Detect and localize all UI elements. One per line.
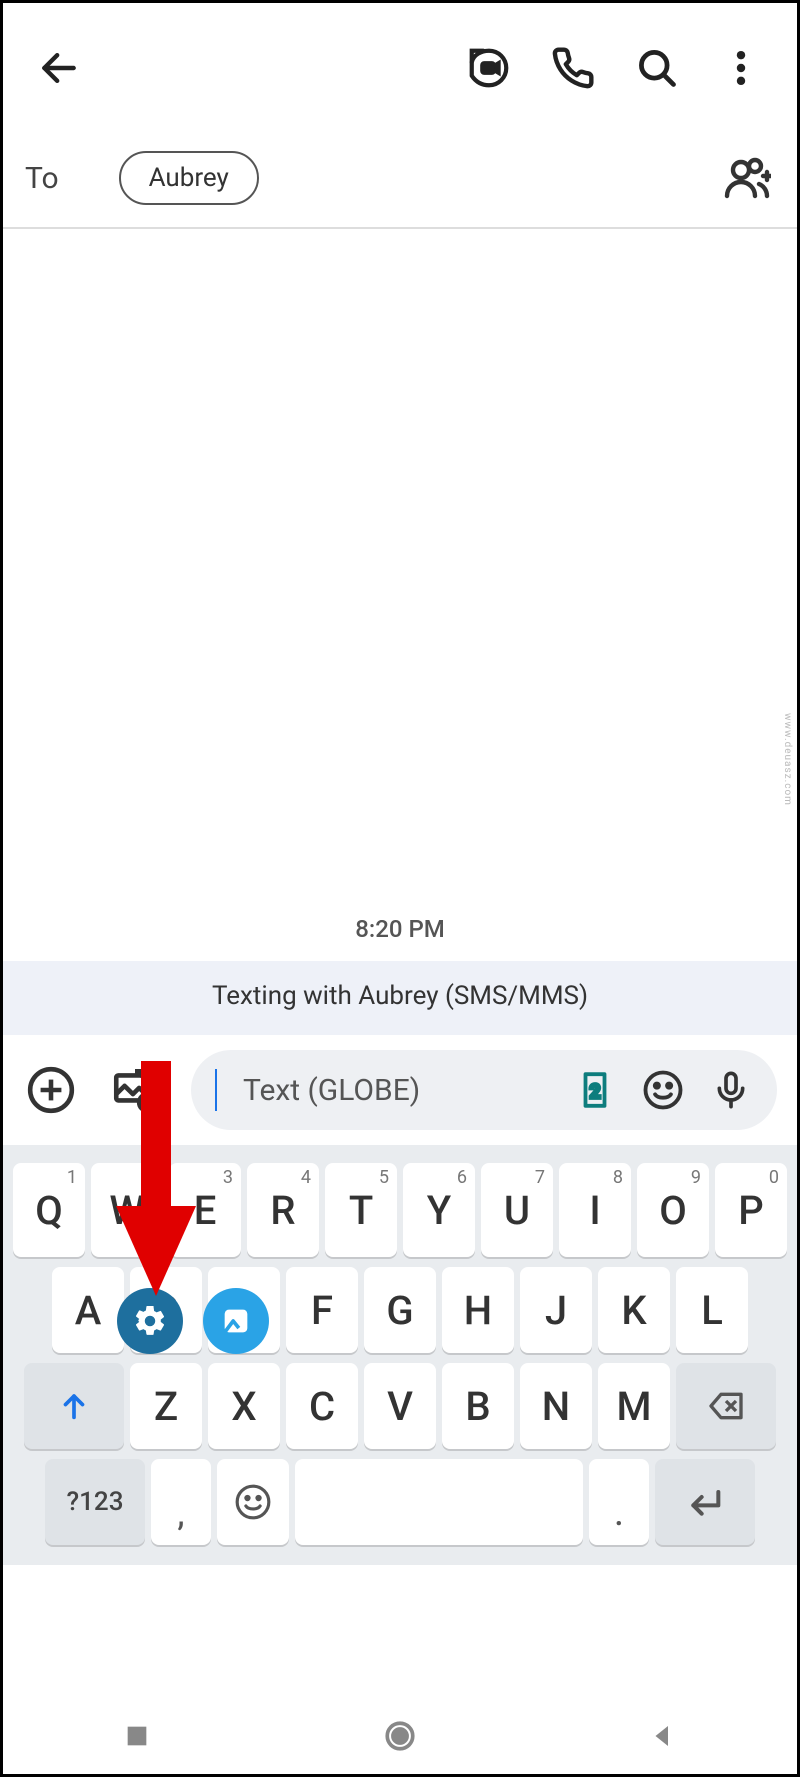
- key-emoji[interactable]: [217, 1459, 289, 1545]
- key-f[interactable]: F: [286, 1267, 358, 1353]
- video-call-button[interactable]: [461, 40, 517, 96]
- key-i[interactable]: 8I: [559, 1163, 631, 1257]
- key-comma[interactable]: ,: [151, 1459, 211, 1545]
- sim-selector[interactable]: 2: [573, 1068, 617, 1112]
- key-space[interactable]: [295, 1459, 583, 1545]
- key-a[interactable]: A: [52, 1267, 124, 1353]
- compose-bar: Text (GLOBE) 2: [3, 1035, 797, 1145]
- key-b[interactable]: B: [442, 1363, 514, 1449]
- key-g[interactable]: G: [364, 1267, 436, 1353]
- keyboard: 1Q 2W 3E 4R 5T 6Y 7U 8I 9O 0P A S D F G …: [3, 1145, 797, 1565]
- timestamp: 8:20 PM: [3, 909, 797, 961]
- attach-button[interactable]: [23, 1062, 79, 1118]
- keyboard-row-3: Z X C V B N M: [9, 1363, 791, 1449]
- key-r[interactable]: 4R: [247, 1163, 319, 1257]
- back-button[interactable]: [31, 40, 87, 96]
- key-y[interactable]: 6Y: [403, 1163, 475, 1257]
- key-h[interactable]: H: [442, 1267, 514, 1353]
- emoji-button[interactable]: [641, 1068, 685, 1112]
- key-w[interactable]: 2W: [91, 1163, 163, 1257]
- key-m[interactable]: M: [598, 1363, 670, 1449]
- key-enter[interactable]: [655, 1459, 755, 1545]
- key-symbols[interactable]: ?123: [45, 1459, 145, 1545]
- text-cursor: [215, 1069, 217, 1111]
- key-v[interactable]: V: [364, 1363, 436, 1449]
- add-recipient-button[interactable]: [719, 150, 775, 206]
- key-e[interactable]: 3E: [169, 1163, 241, 1257]
- mic-button[interactable]: [709, 1068, 753, 1112]
- key-backspace[interactable]: [676, 1363, 776, 1449]
- search-button[interactable]: [629, 40, 685, 96]
- key-q[interactable]: 1Q: [13, 1163, 85, 1257]
- gallery-button[interactable]: [107, 1062, 163, 1118]
- key-p[interactable]: 0P: [715, 1163, 787, 1257]
- watermark: www.deuasz.com: [782, 713, 793, 806]
- recipient-row: To Aubrey: [3, 133, 797, 223]
- svg-text:2: 2: [590, 1080, 601, 1103]
- nav-home-button[interactable]: [375, 1711, 425, 1761]
- call-button[interactable]: [545, 40, 601, 96]
- key-t[interactable]: 5T: [325, 1163, 397, 1257]
- more-options-button[interactable]: [713, 40, 769, 96]
- sms-banner: Texting with Aubrey (SMS/MMS): [3, 961, 797, 1035]
- keyboard-theme-button[interactable]: [203, 1288, 269, 1354]
- to-label: To: [25, 161, 59, 196]
- key-c[interactable]: C: [286, 1363, 358, 1449]
- recipient-chip[interactable]: Aubrey: [119, 151, 259, 205]
- key-x[interactable]: X: [208, 1363, 280, 1449]
- key-z[interactable]: Z: [130, 1363, 202, 1449]
- nav-back-button[interactable]: [638, 1711, 688, 1761]
- keyboard-row-1: 1Q 2W 3E 4R 5T 6Y 7U 8I 9O 0P: [9, 1163, 791, 1257]
- compose-placeholder: Text (GLOBE): [243, 1073, 549, 1108]
- system-nav-bar: [6, 1701, 794, 1771]
- keyboard-settings-button[interactable]: [117, 1288, 183, 1354]
- key-l[interactable]: L: [676, 1267, 748, 1353]
- key-shift[interactable]: [24, 1363, 124, 1449]
- key-o[interactable]: 9O: [637, 1163, 709, 1257]
- app-bar: [3, 3, 797, 133]
- key-n[interactable]: N: [520, 1363, 592, 1449]
- keyboard-row-4: ?123 , .: [9, 1459, 791, 1545]
- conversation-area[interactable]: [3, 229, 797, 909]
- compose-input[interactable]: Text (GLOBE) 2: [191, 1050, 777, 1130]
- key-j[interactable]: J: [520, 1267, 592, 1353]
- key-period[interactable]: .: [589, 1459, 649, 1545]
- key-k[interactable]: K: [598, 1267, 670, 1353]
- key-u[interactable]: 7U: [481, 1163, 553, 1257]
- nav-recent-button[interactable]: [112, 1711, 162, 1761]
